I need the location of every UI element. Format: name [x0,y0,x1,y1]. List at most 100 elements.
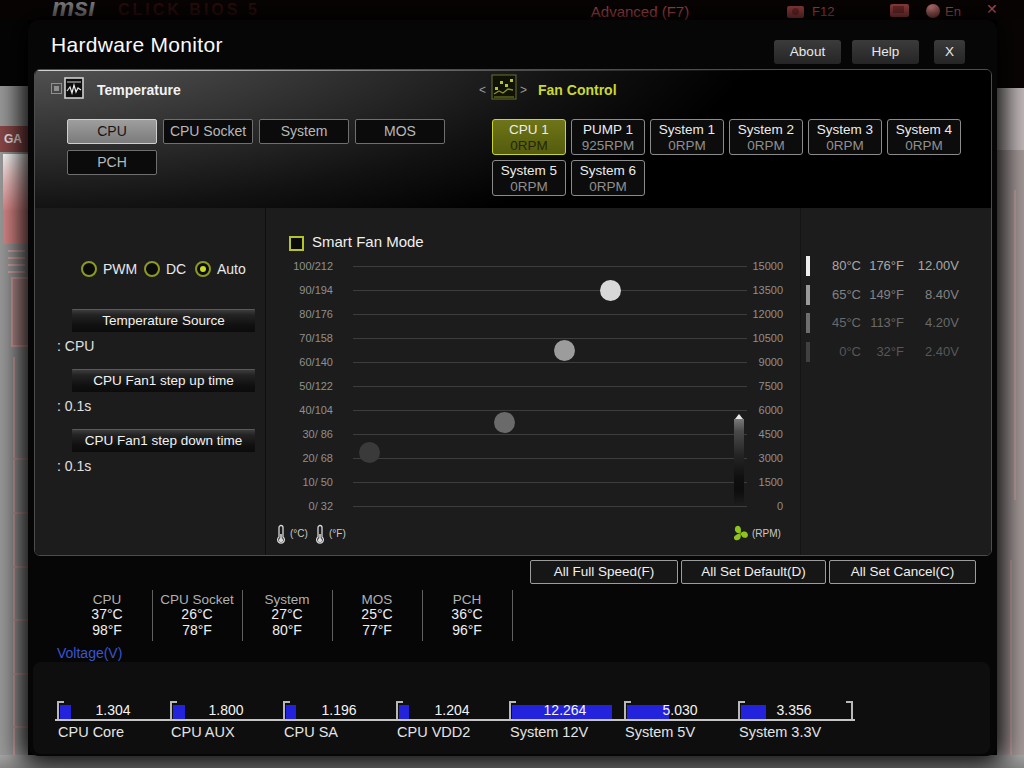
fan-button-system6[interactable]: System 60RPM [571,160,645,196]
temp-separator [422,590,423,641]
temp-button-system[interactable]: System [259,119,349,144]
temp-button-pch[interactable]: PCH [67,150,157,175]
temp-button-mos[interactable]: MOS [355,119,445,144]
readout-voltage: 12.00V [909,258,959,273]
step-down-time-value: : 0.1s [57,458,91,474]
all-full-speed-button[interactable]: All Full Speed(F) [530,560,678,584]
display-icon[interactable] [890,4,909,17]
fan-rpm-icon [730,524,751,548]
chart-row: 50/1227500 [253,374,783,398]
mode-pwm[interactable]: PWM [81,261,137,277]
fan-curve-point[interactable] [359,442,380,463]
help-button[interactable]: Help [852,40,919,64]
chart-row: 60/1409000 [253,350,783,374]
curve-readout-row: 0°C32°F2.40V [805,342,965,362]
step-down-time-field[interactable]: CPU Fan1 step down time [72,429,255,452]
left-grid-hline [13,566,28,568]
fan-name: System 2 [730,120,802,138]
fan-button-system1[interactable]: System 10RPM [650,119,724,155]
language-globe-icon[interactable] [926,4,940,18]
fan-button-system4[interactable]: System 40RPM [887,119,961,155]
monitor-panel: Temperature < > Fan Control CPU CPU Sock… [34,69,992,556]
temp-label: PCH [422,592,512,607]
radio-pwm[interactable] [81,261,97,277]
left-grid-hline [13,512,28,514]
fan-button-cpu1[interactable]: CPU 10RPM [492,119,566,155]
readout-voltage: 2.40V [909,344,959,359]
voltage-value: 1.304 [57,702,169,718]
hardware-monitor-dialog: Hardware Monitor About Help X Temperatur… [28,20,997,756]
fan-button-system2[interactable]: System 20RPM [729,119,803,155]
rpm-axis-label: 12000 [747,308,783,320]
right-top-dark [997,20,1024,88]
fan-button-system3[interactable]: System 30RPM [808,119,882,155]
rpm-axis-label: 1500 [747,476,783,488]
temp-axis-label: 90/194 [253,284,333,296]
temp-fahrenheit: 96°F [422,623,512,639]
temp-celsius: 36°C [422,607,512,623]
about-button[interactable]: About [774,40,841,64]
chart-row: 0/ 320 [253,494,783,518]
fan-curve-point[interactable] [600,280,621,301]
fan-rpm: 0RPM [572,179,644,194]
rpm-slider[interactable] [734,414,744,506]
fan-button-system5[interactable]: System 50RPM [492,160,566,196]
game-boost-label: GA [0,126,29,152]
right-light-block [997,88,1024,150]
voltage-section-title: Voltage(V) [57,645,122,661]
grid-line [353,362,747,363]
voltage-rail-label: System 3.3V [739,724,821,740]
readout-fahrenheit: 176°F [866,258,904,273]
slider-track[interactable] [734,419,744,506]
temperature-source-field[interactable]: Temperature Source [72,309,255,332]
temp-fahrenheit: 80°F [242,623,332,639]
screenshot-icon[interactable] [787,6,804,18]
fan-next-arrow[interactable]: > [520,83,527,97]
all-set-cancel-button[interactable]: All Set Cancel(C) [829,560,976,584]
close-button[interactable]: X [934,40,965,64]
temp-axis-label: 10/ 50 [253,476,333,488]
readout-bar [806,256,810,276]
temperature-source-buttons: CPU CPU Socket System MOS PCH [67,119,457,181]
radio-auto[interactable] [195,261,211,277]
curve-readout-row: 65°C 149°F 8.40V [805,285,965,305]
temp-axis-label: 0/ 32 [253,500,333,512]
mode-auto[interactable]: Auto [195,261,246,277]
radio-dc[interactable] [144,261,160,277]
readout-bar [806,313,810,333]
temp-label: MOS [332,592,422,607]
temp-button-cpu[interactable]: CPU [67,119,157,144]
fan-name: PUMP 1 [572,120,644,138]
chart-row: 10/ 50 1500 [253,470,783,494]
fan-button-pump1[interactable]: PUMP 1925RPM [571,119,645,155]
smart-fan-checkbox[interactable] [289,236,304,251]
fan-rpm: 0RPM [730,138,802,153]
temp-readout-cpu: CPU37°C98°F [62,592,152,638]
divider [800,208,801,555]
mode-label: Auto [217,261,246,277]
rpm-axis-label: 4500 [747,428,783,440]
readout-voltage: 8.40V [909,287,959,302]
readout-celsius: 65°C [811,287,861,302]
bios-close-icon[interactable]: ✕ [986,1,998,17]
fan-rpm: 0RPM [809,138,881,153]
mode-dc[interactable]: DC [144,261,186,277]
rpm-unit-label: (RPM) [752,528,781,539]
grid-line [353,266,747,267]
collapse-icon[interactable] [51,83,62,94]
fan-curve-point[interactable] [494,412,515,433]
fan-chart-grid: 100/21215000 90/19413500 80/17612000 70/… [253,254,783,518]
temp-separator [512,590,513,641]
fan-name: System 3 [809,120,881,138]
readout-fahrenheit: 149°F [866,287,904,302]
left-red-block [3,210,28,244]
temp-separator [332,590,333,641]
voltage-value: 3.356 [738,702,850,718]
step-up-time-field[interactable]: CPU Fan1 step up time [72,369,255,392]
fan-prev-arrow[interactable]: < [479,83,486,97]
fan-curve-point[interactable] [554,340,575,361]
temp-fahrenheit: 77°F [332,623,422,639]
temp-button-cpu-socket[interactable]: CPU Socket [163,119,253,144]
all-set-default-button[interactable]: All Set Default(D) [681,560,826,584]
advanced-mode-label[interactable]: Advanced (F7) [500,3,780,20]
